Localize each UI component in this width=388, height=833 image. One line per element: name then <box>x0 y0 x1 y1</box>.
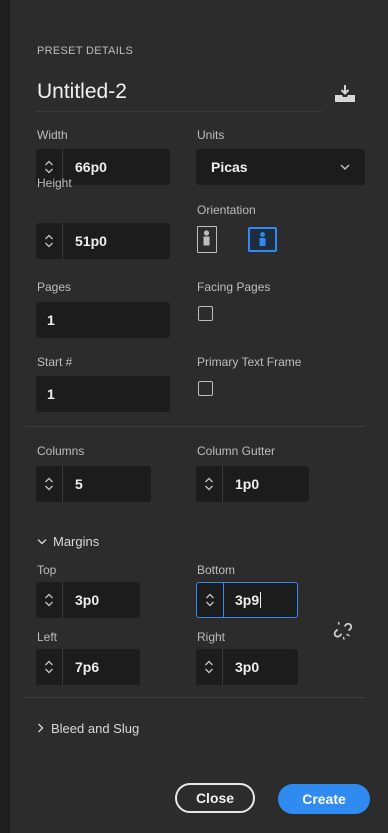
stepper-arrows-icon <box>45 477 53 491</box>
orientation-landscape-button[interactable] <box>248 227 277 252</box>
margin-bottom-value: 3p9 <box>235 583 262 617</box>
column-gutter-stepper[interactable] <box>196 466 223 502</box>
width-label: Width <box>37 128 68 142</box>
margin-right-field[interactable]: 3p0 <box>196 649 298 685</box>
stepper-arrows-icon <box>205 660 213 674</box>
text-cursor <box>260 592 262 608</box>
start-page-field[interactable]: 1 <box>36 376 170 412</box>
margin-right-stepper[interactable] <box>196 649 223 685</box>
margin-right-value: 3p0 <box>235 659 260 675</box>
column-gutter-label: Column Gutter <box>197 444 276 458</box>
margin-bottom-field[interactable]: 3p9 <box>196 582 298 618</box>
bleed-and-slug-toggle[interactable]: Bleed and Slug <box>37 719 139 737</box>
preset-details-heading: PRESET DETAILS <box>37 45 134 57</box>
margin-left-value: 7p6 <box>75 659 100 675</box>
margin-bottom-label: Bottom <box>197 563 236 577</box>
facing-pages-label: Facing Pages <box>197 280 271 294</box>
chevron-right-icon <box>38 723 44 733</box>
margin-top-field[interactable]: 3p0 <box>36 582 140 618</box>
height-stepper[interactable] <box>36 223 63 259</box>
columns-stepper[interactable] <box>36 466 63 502</box>
column-gutter-field[interactable]: 1p0 <box>196 466 309 502</box>
stepper-arrows-icon <box>205 477 213 491</box>
portrait-icon <box>203 230 210 246</box>
chevron-down-icon <box>340 164 350 171</box>
chevron-down-icon <box>37 538 47 544</box>
preset-name-field[interactable]: Untitled-2 <box>37 80 127 104</box>
columns-value: 5 <box>75 476 83 492</box>
units-select[interactable]: Picas <box>196 149 365 185</box>
margin-bottom-stepper[interactable] <box>197 583 224 617</box>
facing-pages-checkbox[interactable] <box>198 306 213 321</box>
unlink-margins-icon[interactable] <box>333 621 353 641</box>
primary-text-frame-checkbox[interactable] <box>198 381 213 396</box>
units-label: Units <box>197 128 225 142</box>
start-page-value: 1 <box>47 386 55 402</box>
orientation-portrait-button[interactable] <box>197 226 217 253</box>
preset-name-underline <box>37 111 322 112</box>
margin-top-stepper[interactable] <box>36 582 63 618</box>
stepper-arrows-icon <box>45 660 53 674</box>
units-value: Picas <box>211 159 248 175</box>
close-button[interactable]: Close <box>175 783 255 813</box>
bleed-and-slug-heading: Bleed and Slug <box>51 720 140 736</box>
margins-heading: Margins <box>53 533 100 549</box>
section-divider <box>25 697 365 698</box>
margin-left-field[interactable]: 7p6 <box>36 649 140 685</box>
height-label: Height <box>37 176 72 190</box>
stepper-arrows-icon <box>206 593 214 607</box>
pages-label: Pages <box>37 280 72 294</box>
margin-top-value: 3p0 <box>75 592 100 608</box>
stepper-arrows-icon <box>45 160 53 174</box>
section-divider <box>25 426 365 427</box>
width-value: 66p0 <box>75 159 107 175</box>
height-value: 51p0 <box>75 233 107 249</box>
columns-field[interactable]: 5 <box>36 466 151 502</box>
start-page-label: Start # <box>37 355 73 369</box>
stepper-arrows-icon <box>45 234 53 248</box>
pages-value: 1 <box>47 312 55 328</box>
primary-text-frame-label: Primary Text Frame <box>197 355 302 369</box>
columns-label: Columns <box>37 444 85 458</box>
margin-top-label: Top <box>37 563 57 577</box>
column-gutter-value: 1p0 <box>235 476 260 492</box>
height-field[interactable]: 51p0 <box>36 223 170 259</box>
margin-bottom-text: 3p9 <box>235 592 260 608</box>
margin-left-stepper[interactable] <box>36 649 63 685</box>
preset-details-panel <box>10 0 388 833</box>
orientation-label: Orientation <box>197 203 256 217</box>
margin-right-label: Right <box>197 630 226 644</box>
save-preset-icon[interactable] <box>334 84 356 104</box>
margins-toggle[interactable]: Margins <box>37 532 99 550</box>
pages-field[interactable]: 1 <box>36 302 170 338</box>
stepper-arrows-icon <box>45 593 53 607</box>
create-button[interactable]: Create <box>278 784 370 814</box>
landscape-icon <box>259 232 266 246</box>
margin-left-label: Left <box>37 630 58 644</box>
